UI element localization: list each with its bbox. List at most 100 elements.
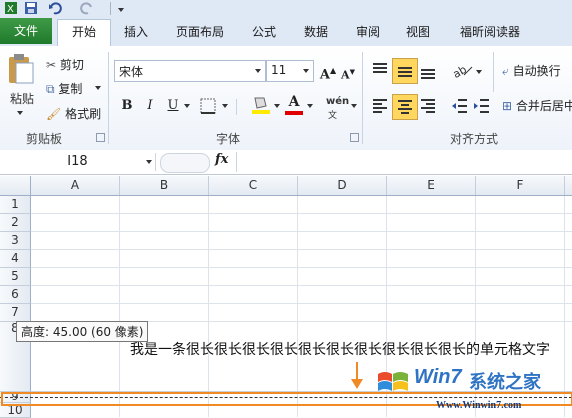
font-size-select[interactable]: 11 [266, 60, 314, 82]
row-header-2[interactable]: 2 [0, 214, 31, 232]
font-name-select[interactable]: 宋体 [114, 60, 266, 82]
grid-line [297, 196, 298, 417]
decrease-indent-icon[interactable] [450, 96, 470, 116]
column-header-b[interactable]: B [120, 176, 209, 195]
column-headers: A B C D E F [0, 176, 572, 196]
column-header-f[interactable]: F [476, 176, 565, 195]
align-left-icon[interactable] [370, 96, 390, 116]
grid-line [31, 285, 572, 286]
align-middle-button[interactable] [392, 58, 418, 84]
cut-button[interactable]: ✂ 剪切 [46, 56, 84, 73]
italic-button[interactable]: I [140, 96, 160, 116]
svg-text:X: X [7, 4, 14, 15]
font-color-icon[interactable]: A [284, 94, 304, 116]
save-icon[interactable] [24, 1, 38, 15]
formula-input[interactable] [236, 152, 572, 172]
align-separator [493, 52, 494, 92]
tab-view[interactable]: 视图 [398, 21, 438, 43]
group-separator [108, 52, 109, 144]
shrink-font-icon[interactable]: A▼ [338, 62, 358, 82]
column-header-d[interactable]: D [298, 176, 387, 195]
row-header-7[interactable]: 7 [0, 304, 31, 322]
copy-label: 复制 [58, 82, 83, 96]
font-name-dropdown-icon[interactable] [255, 69, 261, 73]
tab-file[interactable]: 文件 [0, 18, 52, 44]
format-painter-label: 格式刷 [65, 107, 102, 121]
row-header-5[interactable]: 5 [0, 268, 31, 286]
copy-button[interactable]: ⧉ 复制 [46, 80, 82, 97]
tab-home[interactable]: 开始 [57, 19, 111, 47]
column-header-c[interactable]: C [209, 176, 298, 195]
phonetic-dropdown-icon[interactable] [351, 104, 357, 108]
align-bottom-icon[interactable] [418, 60, 438, 80]
grid-line [31, 303, 572, 304]
copy-icon: ⧉ [46, 82, 55, 96]
paste-icon[interactable] [6, 52, 36, 86]
qat-separator [110, 2, 111, 15]
phonetic-guide-button[interactable]: wén [326, 96, 349, 107]
watermark-brand-b: 系统之家 [469, 372, 541, 393]
tab-page-layout[interactable]: 页面布局 [168, 21, 232, 43]
qat-customize-icon[interactable] [118, 8, 124, 12]
orientation-icon[interactable]: ab [450, 60, 474, 80]
grid-line [31, 231, 572, 232]
font-name-value: 宋体 [119, 65, 144, 79]
tab-data[interactable]: 数据 [296, 21, 336, 43]
format-painter-button[interactable]: 🖌 格式刷 [46, 105, 101, 122]
copy-dropdown-icon[interactable] [95, 86, 101, 90]
underline-dropdown-icon[interactable] [184, 104, 190, 108]
formula-bar-resize-handle[interactable] [160, 153, 210, 173]
cell-b8-text[interactable]: 我是一条很长很长很长很长很长很长很长很长很长很长的单元格文字 [130, 339, 550, 359]
row-header-3[interactable]: 3 [0, 232, 31, 250]
paste-dropdown-icon[interactable] [17, 111, 23, 115]
underline-button[interactable]: U [163, 96, 183, 116]
tab-insert[interactable]: 插入 [116, 21, 156, 43]
paste-label[interactable]: 粘贴 [10, 90, 34, 107]
brush-icon: 🖌 [46, 107, 62, 121]
borders-icon[interactable] [198, 96, 220, 116]
tab-foxit[interactable]: 福昕阅读器 [452, 21, 528, 43]
name-box[interactable]: I18 [0, 153, 156, 171]
font-group-label: 字体 [216, 132, 241, 146]
redo-icon[interactable] [80, 1, 94, 15]
column-header-a[interactable]: A [31, 176, 120, 195]
wrap-text-button[interactable]: ⤶ 自动换行 [502, 62, 561, 79]
fill-color-dropdown-icon[interactable] [274, 104, 280, 108]
row-header-1[interactable]: 1 [0, 196, 31, 214]
merge-center-label: 合并后居中 [515, 99, 572, 113]
quick-access-toolbar: X [0, 0, 572, 18]
fill-color-icon[interactable] [250, 94, 272, 116]
font-launcher-icon[interactable] [350, 133, 359, 142]
row-height-tooltip: 高度: 45.00 (60 像素) [16, 321, 149, 342]
font-size-value: 11 [271, 63, 287, 77]
font-size-dropdown-icon[interactable] [303, 69, 309, 73]
grow-font-icon[interactable]: A▲ [318, 60, 338, 82]
column-header-e[interactable]: E [387, 176, 476, 195]
align-center-button[interactable] [392, 94, 418, 120]
borders-dropdown-icon[interactable] [222, 104, 228, 108]
cell-reference: I18 [67, 154, 88, 169]
group-separator [362, 52, 363, 144]
merge-icon: ⊞ [502, 99, 513, 113]
undo-icon[interactable] [48, 1, 62, 15]
bold-button[interactable]: B [117, 96, 137, 116]
align-top-icon[interactable] [370, 60, 390, 80]
row-header-4[interactable]: 4 [0, 250, 31, 268]
clipboard-launcher-icon[interactable] [96, 133, 105, 142]
insert-function-button[interactable]: fx [215, 152, 228, 167]
orientation-dropdown-icon[interactable] [476, 70, 482, 74]
grid-line [31, 249, 572, 250]
align-right-icon[interactable] [418, 96, 438, 116]
align-center-icon [398, 100, 412, 114]
merge-center-button[interactable]: ⊞ 合并后居中 [502, 97, 572, 114]
tab-review[interactable]: 审阅 [348, 21, 388, 43]
cut-label: 剪切 [59, 58, 84, 72]
row-header-6[interactable]: 6 [0, 286, 31, 304]
font-color-dropdown-icon[interactable] [307, 104, 313, 108]
select-all-corner[interactable] [0, 176, 31, 195]
name-box-dropdown-icon[interactable] [146, 160, 152, 164]
grid-line [31, 267, 572, 268]
tab-formulas[interactable]: 公式 [244, 21, 284, 43]
increase-indent-icon[interactable] [472, 96, 492, 116]
wrap-text-label: 自动换行 [512, 64, 561, 78]
